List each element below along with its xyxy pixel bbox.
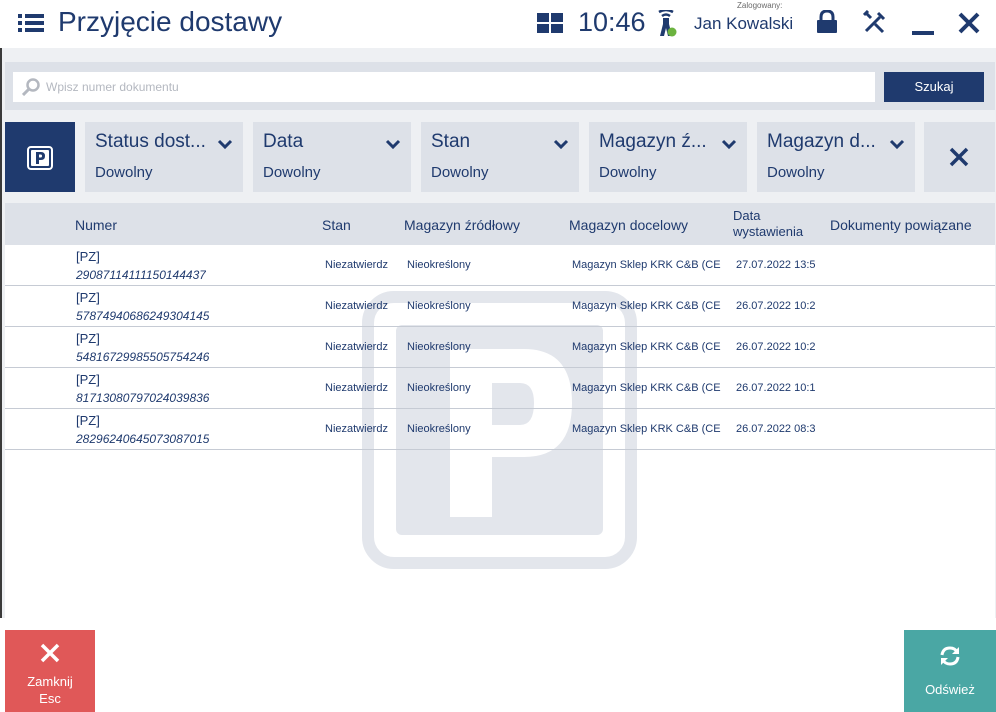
doc-source: Nieokreślony xyxy=(407,423,471,435)
close-button[interactable]: Zamknij Esc xyxy=(5,630,95,712)
refresh-icon xyxy=(940,646,960,666)
doc-target: Magazyn Sklep KRK C&B (CE xyxy=(572,423,721,435)
doc-type: [PZ] xyxy=(76,249,100,264)
doc-type: [PZ] xyxy=(76,372,100,387)
doc-target: Magazyn Sklep KRK C&B (CE xyxy=(572,341,721,353)
filter-value: Dowolny xyxy=(263,164,321,181)
doc-number: 54816729985505754246 xyxy=(76,350,210,364)
page-title: Przyjęcie dostawy xyxy=(58,6,283,37)
signal-icon xyxy=(658,10,677,37)
doc-number: 29087114111150144437 xyxy=(76,268,206,282)
clear-filters-button[interactable] xyxy=(924,122,995,192)
doc-source: Nieokreślony xyxy=(407,382,471,394)
close-button-label: Zamknij Esc xyxy=(5,673,95,707)
close-shortcut-label: Esc xyxy=(39,691,61,706)
chevron-down-icon xyxy=(385,139,401,150)
refresh-button[interactable]: Odśwież xyxy=(904,630,996,712)
app-header: Przyjęcie dostawy 10:46 Zalogowany: Jan … xyxy=(0,0,996,48)
doc-source: Nieokreślony xyxy=(407,259,471,271)
column-header[interactable]: Data wystawienia xyxy=(733,208,813,240)
doc-date: 27.07.2022 13:5 xyxy=(736,259,816,271)
doc-status: Niezatwierdz xyxy=(325,423,388,435)
p-icon xyxy=(27,146,53,170)
table-row[interactable]: [PZ] 54816729985505754246 Niezatwierdz N… xyxy=(5,327,995,368)
column-header[interactable]: Numer xyxy=(75,217,117,233)
doc-number: 28296240645073087015 xyxy=(76,432,210,446)
user-caption: Zalogowany: xyxy=(737,1,783,10)
filter-row: Status dost... Dowolny Data Dowolny Stan… xyxy=(5,122,995,192)
filter-label: Status dost... xyxy=(95,131,206,152)
column-header[interactable]: Stan xyxy=(322,217,351,233)
table-row[interactable]: [PZ] 81713080797024039836 Niezatwierdz N… xyxy=(5,368,995,409)
column-header[interactable]: Magazyn źródłowy xyxy=(404,217,520,233)
doc-status: Niezatwierdz xyxy=(325,341,388,353)
column-header[interactable]: Magazyn docelowy xyxy=(569,217,688,233)
doc-number: 57874940686249304145 xyxy=(76,309,210,323)
table-header: Numer Stan Magazyn źródłowy Magazyn doce… xyxy=(5,203,995,245)
doc-target: Magazyn Sklep KRK C&B (CE xyxy=(572,259,721,271)
chevron-down-icon xyxy=(553,139,569,150)
filter-label: Magazyn ź... xyxy=(599,131,707,152)
filter-label: Magazyn d... xyxy=(767,131,876,152)
doc-status: Niezatwierdz xyxy=(325,259,388,271)
lock-icon[interactable] xyxy=(816,10,838,34)
search-icon xyxy=(22,78,40,96)
filter-target-warehouse[interactable]: Magazyn d... Dowolny xyxy=(757,122,915,192)
search-field xyxy=(13,72,875,102)
doc-source: Nieokreślony xyxy=(407,341,471,353)
filter-value: Dowolny xyxy=(767,164,825,181)
minimize-icon[interactable] xyxy=(911,12,935,36)
doc-date: 26.07.2022 10:2 xyxy=(736,341,816,353)
filter-value: Dowolny xyxy=(95,164,153,181)
search-bar: Szukaj xyxy=(5,62,995,110)
filter-delivery-status[interactable]: Status dost... Dowolny xyxy=(85,122,243,192)
refresh-button-label: Odśwież xyxy=(925,682,975,697)
grid-icon[interactable] xyxy=(537,12,563,34)
close-label-line: Zamknij xyxy=(27,674,73,689)
bottom-bar: Zamknij Esc Odśwież xyxy=(0,618,996,712)
chevron-down-icon xyxy=(217,139,233,150)
table-row[interactable]: [PZ] 28296240645073087015 Niezatwierdz N… xyxy=(5,409,995,450)
doc-status: Niezatwierdz xyxy=(325,300,388,312)
doc-target: Magazyn Sklep KRK C&B (CE xyxy=(572,382,721,394)
doc-target: Magazyn Sklep KRK C&B (CE xyxy=(572,300,721,312)
filter-label: Stan xyxy=(431,131,471,152)
doc-type: [PZ] xyxy=(76,413,100,428)
filter-date[interactable]: Data Dowolny xyxy=(253,122,411,192)
search-button[interactable]: Szukaj xyxy=(884,72,984,102)
table-row[interactable]: [PZ] 29087114111150144437 Niezatwierdz N… xyxy=(5,245,995,286)
close-icon xyxy=(40,643,60,663)
filter-state[interactable]: Stan Dowolny xyxy=(421,122,579,192)
doc-source: Nieokreślony xyxy=(407,300,471,312)
filter-source-warehouse[interactable]: Magazyn ź... Dowolny xyxy=(589,122,747,192)
document-table: Numer Stan Magazyn źródłowy Magazyn doce… xyxy=(5,203,995,618)
doc-number: 81713080797024039836 xyxy=(76,391,210,405)
filter-value: Dowolny xyxy=(431,164,489,181)
menu-icon[interactable] xyxy=(18,12,44,34)
chevron-down-icon xyxy=(889,139,905,150)
doc-date: 26.07.2022 10:1 xyxy=(736,382,816,394)
search-input[interactable] xyxy=(46,72,866,102)
doc-date: 26.07.2022 08:3 xyxy=(736,423,816,435)
user-name: Jan Kowalski xyxy=(694,14,794,33)
window-edge xyxy=(0,0,2,712)
chevron-down-icon xyxy=(721,139,737,150)
column-header[interactable]: Dokumenty powiązane xyxy=(830,217,972,233)
close-icon xyxy=(949,147,969,167)
document-type-filter[interactable] xyxy=(5,122,75,192)
table-row[interactable]: [PZ] 57874940686249304145 Niezatwierdz N… xyxy=(5,286,995,327)
close-icon[interactable] xyxy=(957,11,981,35)
filter-value: Dowolny xyxy=(599,164,657,181)
filter-label: Data xyxy=(263,131,304,152)
doc-type: [PZ] xyxy=(76,331,100,346)
doc-date: 26.07.2022 10:2 xyxy=(736,300,816,312)
doc-type: [PZ] xyxy=(76,290,100,305)
doc-status: Niezatwierdz xyxy=(325,382,388,394)
tools-icon[interactable] xyxy=(863,10,887,34)
clock: 10:46 xyxy=(578,7,646,37)
